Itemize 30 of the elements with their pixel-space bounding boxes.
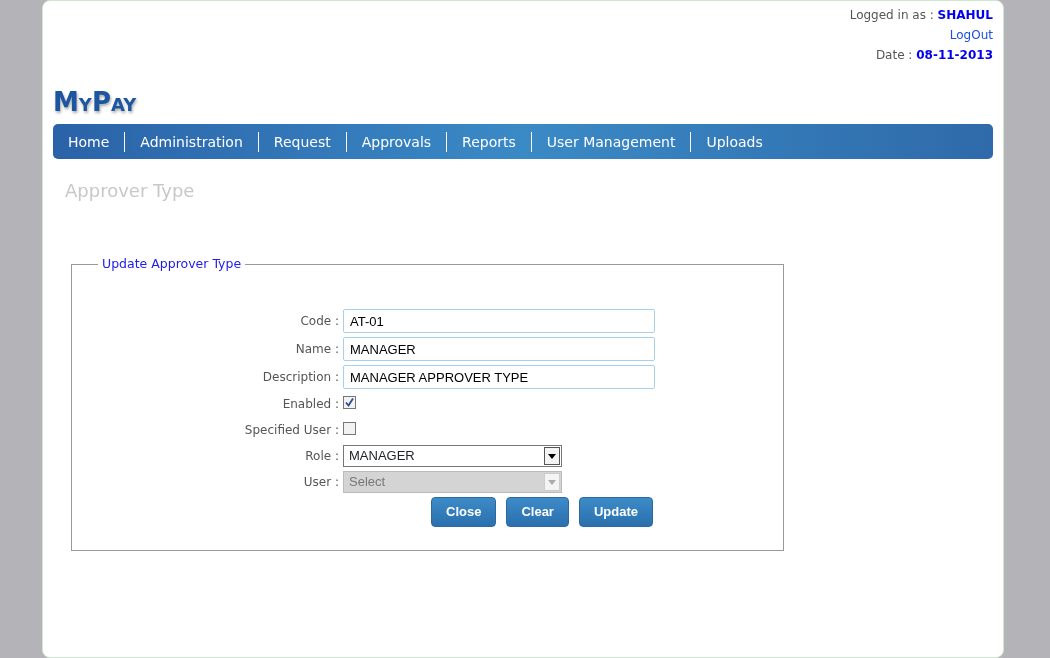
form-legend: Update Approver Type bbox=[98, 256, 246, 272]
text-field[interactable]: AT-01 bbox=[343, 309, 655, 333]
nav-link[interactable]: Administration bbox=[124, 131, 258, 152]
logout-link[interactable]: LogOut bbox=[949, 28, 993, 42]
nav-link[interactable]: Home bbox=[58, 131, 125, 152]
caret-icon bbox=[544, 473, 560, 491]
checkbox[interactable] bbox=[343, 395, 356, 409]
nav-link[interactable]: Approvals bbox=[345, 131, 447, 152]
field-label: Name : bbox=[294, 341, 340, 358]
field-label: Specified User : bbox=[243, 422, 340, 439]
form-button[interactable]: Update bbox=[578, 497, 653, 527]
field-label: Role : bbox=[304, 448, 340, 465]
dropdown[interactable]: MANAGER bbox=[343, 445, 562, 467]
caret-icon bbox=[544, 447, 560, 465]
text-field[interactable]: MANAGER bbox=[343, 337, 655, 361]
form-button[interactable]: Close bbox=[431, 497, 497, 527]
text-field[interactable]: MANAGER APPROVER TYPE bbox=[343, 365, 655, 389]
field-label: User : bbox=[302, 474, 340, 491]
field-label: Enabled : bbox=[281, 396, 340, 413]
form-button[interactable]: Clear bbox=[506, 497, 569, 527]
nav-link[interactable]: Uploads bbox=[690, 131, 778, 152]
field-label: Description : bbox=[261, 369, 340, 386]
logged-in-text: Logged in as : SHAHUL bbox=[849, 8, 993, 22]
nav-link[interactable]: Request bbox=[257, 131, 346, 152]
checkbox[interactable] bbox=[343, 421, 356, 435]
field-label: Code : bbox=[299, 313, 340, 330]
date-text: Date : 08-11-2013 bbox=[875, 48, 993, 62]
nav-link[interactable]: User Management bbox=[530, 131, 691, 152]
app-logo: MyPay bbox=[53, 86, 137, 119]
nav-link[interactable]: Reports bbox=[446, 131, 531, 152]
